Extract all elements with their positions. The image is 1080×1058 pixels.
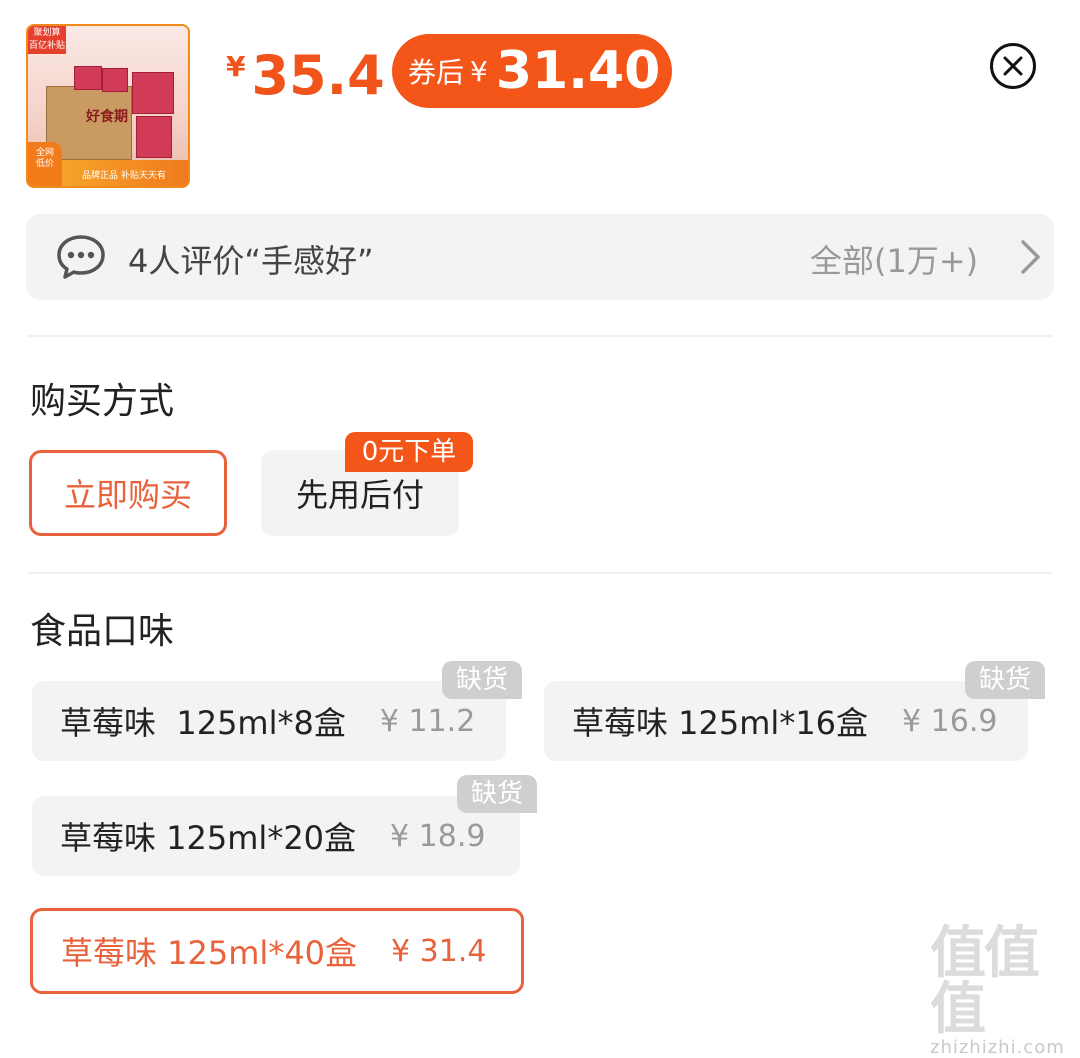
close-button[interactable]: [990, 43, 1036, 89]
thumb-corner-badge: 全网 低价: [28, 142, 62, 186]
price-currency: ¥: [226, 50, 246, 83]
pay-later-label: 先用后付: [295, 476, 424, 514]
flavor-name: 草莓味 125ml*16盒: [572, 704, 869, 742]
out-of-stock-tag: 缺货: [965, 661, 1045, 699]
out-of-stock-tag: 缺货: [442, 661, 522, 699]
flavor-price: ¥ 11.2: [379, 703, 476, 739]
zero-yuan-order-tag: 0元下单: [345, 432, 473, 472]
price-value: 35.4: [251, 44, 385, 107]
flavor-option-selected[interactable]: 草莓味 125ml*40盒 ¥ 31.4: [30, 908, 524, 994]
review-summary-bar[interactable]: 4人评价“手感好” 全部(1万+): [26, 214, 1054, 300]
product-pack-image: [136, 116, 172, 158]
product-pack-image: [102, 68, 128, 92]
flavor-name: 草莓味 125ml*20盒: [60, 819, 357, 857]
thumb-bottom-text: 品牌正品 补贴天天有: [82, 171, 166, 181]
product-thumbnail[interactable]: 聚划算 百亿补贴 好食期 全网 低价 品牌正品 补贴天天有: [26, 24, 190, 188]
flavor-option[interactable]: 草莓味 125ml*20盒 ¥ 18.9: [32, 796, 520, 876]
coupon-label: 券后: [408, 56, 465, 89]
watermark-url: zhizhizhi.com: [930, 1037, 1065, 1058]
out-of-stock-tag: 缺货: [457, 775, 537, 813]
chat-bubble-icon: [57, 235, 105, 279]
all-reviews-link[interactable]: 全部(1万+): [810, 236, 978, 282]
close-icon: [1003, 56, 1023, 76]
review-highlight-text: 4人评价“手感好”: [128, 242, 374, 280]
site-watermark: 值值值 zhizhizhi.com: [930, 926, 1080, 1058]
flavor-option[interactable]: 草莓味 125ml*8盒 ¥ 11.2: [32, 681, 506, 761]
purchase-method-title: 购买方式: [30, 381, 175, 422]
coupon-currency: ¥: [470, 54, 488, 88]
subsidy-badge: 聚划算 百亿补贴: [28, 26, 66, 54]
coupon-price-pill: 券后 ¥ 31.40: [392, 34, 672, 108]
current-price: ¥35.4: [226, 44, 385, 107]
buy-now-option[interactable]: 立即购买: [29, 450, 227, 536]
divider: [28, 335, 1052, 337]
flavor-name: 草莓味 125ml*8盒: [60, 704, 346, 742]
watermark-text: 值值值: [930, 921, 1040, 1042]
flavor-price: ¥ 16.9: [902, 703, 998, 739]
flavor-price: ¥ 18.9: [390, 818, 486, 854]
buy-now-label: 立即购买: [63, 476, 192, 514]
flavor-name: 草莓味 125ml*40盒: [61, 934, 358, 972]
coupon-price-value: 31.40: [495, 41, 661, 101]
product-pack-image: [132, 72, 174, 114]
thumb-brand-text: 好食期: [86, 109, 128, 125]
product-pack-image: [74, 66, 102, 90]
flavor-title: 食品口味: [30, 611, 175, 652]
flavor-option[interactable]: 草莓味 125ml*16盒 ¥ 16.9: [544, 681, 1028, 761]
chevron-right-icon[interactable]: [1018, 238, 1044, 276]
divider: [28, 572, 1052, 574]
flavor-price: ¥ 31.4: [391, 933, 487, 969]
